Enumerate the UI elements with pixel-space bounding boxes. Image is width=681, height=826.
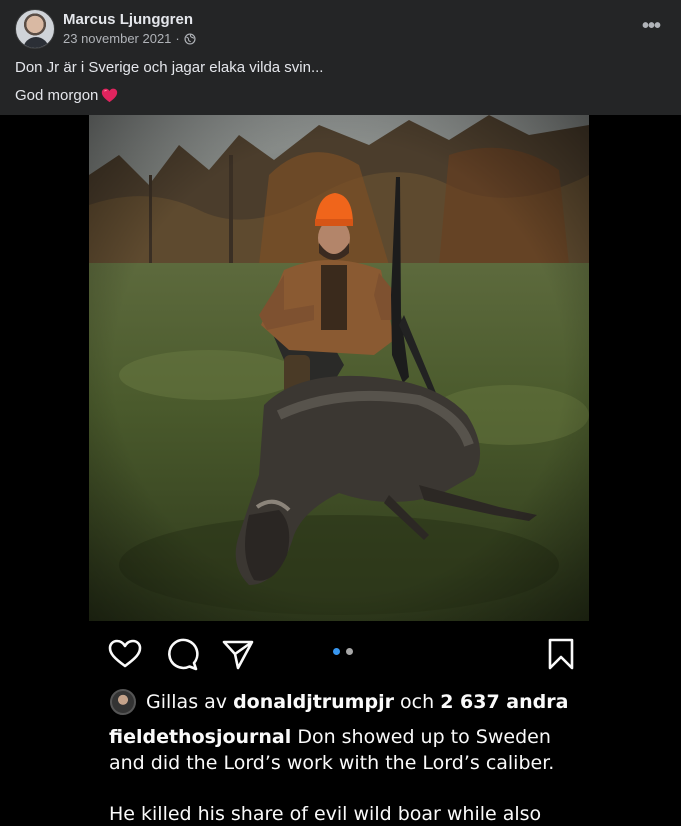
likes-conj: och: [400, 691, 435, 713]
author-name[interactable]: Marcus Ljunggren: [63, 11, 193, 28]
more-options-button[interactable]: •••: [637, 12, 665, 40]
liker-avatar[interactable]: [110, 689, 136, 715]
carousel-dot-active: [333, 648, 340, 655]
bookmark-icon[interactable]: [544, 637, 578, 671]
carousel-indicator: [333, 648, 353, 655]
red-heart-emoji-icon: [102, 88, 118, 103]
likes-count-link[interactable]: 2 637 andra: [440, 691, 568, 713]
caption-text-continued: He killed his share of evil wild boar wh…: [109, 803, 542, 825]
post-text-greeting: God morgon: [15, 87, 99, 104]
likes-user-link[interactable]: donaldjtrumpjr: [233, 691, 394, 713]
share-icon[interactable]: [221, 637, 255, 671]
caption-username[interactable]: fieldethosjournal: [109, 726, 291, 748]
post-text-line-2: God morgon: [15, 87, 118, 104]
heart-icon[interactable]: [108, 637, 142, 671]
post-date[interactable]: 23 november 2021: [63, 31, 171, 46]
likes-prefix: Gillas av: [146, 691, 228, 713]
post-header: Marcus Ljunggren 23 november 2021 · ••• …: [0, 0, 681, 115]
meta-separator: ·: [175, 31, 180, 46]
instagram-screenshot: Gillas av donaldjtrumpjr och 2 637 andra…: [0, 115, 681, 826]
caption: fieldethosjournal Don showed up to Swede…: [109, 724, 579, 776]
post-text-line-1: Don Jr är i Sverige och jagar elaka vild…: [15, 59, 324, 76]
post-meta: 23 november 2021 ·: [63, 31, 196, 46]
hunting-photo[interactable]: [89, 115, 589, 621]
more-icon: •••: [641, 15, 661, 37]
likes-row: Gillas av donaldjtrumpjr och 2 637 andra: [110, 689, 568, 715]
comment-icon[interactable]: [165, 637, 199, 671]
author-avatar[interactable]: [15, 9, 55, 49]
globe-icon[interactable]: [184, 32, 196, 45]
carousel-dot: [346, 648, 353, 655]
